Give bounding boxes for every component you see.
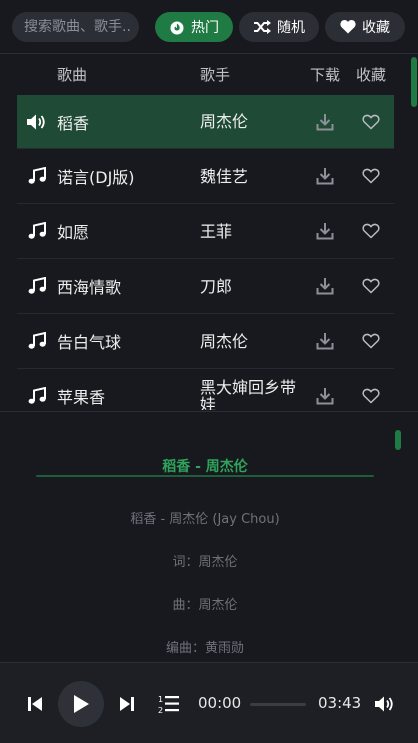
favorites-label: 收藏	[362, 19, 390, 36]
header-artist: 歌手	[200, 65, 231, 84]
song-title: 如愿	[57, 223, 90, 242]
song-row[interactable]: 西海情歌 刀郎	[17, 259, 394, 314]
play-icon	[74, 695, 89, 713]
favorites-button[interactable]: 收藏	[325, 11, 405, 42]
volume-button[interactable]	[374, 694, 396, 714]
search-input[interactable]	[24, 18, 131, 35]
svg-text:2: 2	[158, 706, 163, 714]
song-row[interactable]: 诺言(DJ版) 魏佳艺	[17, 149, 394, 204]
song-row[interactable]: 告白气球 周杰伦	[17, 314, 394, 369]
song-title: 苹果香	[57, 388, 106, 407]
play-button[interactable]	[58, 681, 104, 727]
song-artist[interactable]: 魏佳艺	[200, 168, 302, 185]
music-note-icon	[17, 222, 57, 240]
volume-icon	[375, 696, 393, 712]
random-label: 随机	[277, 19, 305, 36]
hot-label: 热门	[191, 19, 219, 36]
shuffle-icon	[254, 19, 271, 34]
search-box[interactable]	[12, 11, 139, 42]
song-title: 诺言(DJ版)	[57, 168, 135, 187]
heart-outline-icon[interactable]	[348, 333, 394, 349]
download-icon[interactable]	[302, 167, 348, 185]
header-download: 下载	[309, 65, 340, 84]
top-bar: 热门 随机 收藏	[0, 0, 418, 54]
lyric-line: 稻香 - 周杰伦 (Jay Chou)	[130, 512, 280, 527]
previous-icon	[28, 697, 42, 711]
song-artist[interactable]: 黑大婶回乡带娃	[200, 379, 302, 410]
svg-text:1: 1	[158, 695, 163, 704]
header-favorite: 收藏	[355, 65, 386, 84]
next-button[interactable]	[116, 693, 138, 715]
flame-icon	[170, 21, 184, 34]
lyrics-scrollbar-thumb[interactable]	[395, 430, 401, 450]
song-list-scrollbar-thumb[interactable]	[411, 57, 417, 107]
song-artist[interactable]: 王菲	[200, 223, 302, 240]
random-button[interactable]: 随机	[239, 11, 319, 42]
heart-outline-icon[interactable]	[348, 168, 394, 184]
heart-outline-icon[interactable]	[348, 114, 394, 130]
download-icon[interactable]	[302, 277, 348, 295]
song-list[interactable]: 稻香 周杰伦 诺言(DJ版) 魏佳艺 如愿 王菲 西海情歌 刀郎 告白气球 周杰…	[17, 95, 394, 410]
song-artist[interactable]: 周杰伦	[200, 113, 302, 130]
download-icon[interactable]	[302, 222, 348, 240]
lyric-line: 编曲：黄雨勋	[165, 641, 244, 656]
song-row[interactable]: 如愿 王菲	[17, 204, 394, 259]
song-artist[interactable]: 周杰伦	[200, 333, 302, 350]
header-song: 歌曲	[57, 65, 88, 84]
lyrics-title: 稻香 - 周杰伦	[162, 459, 248, 475]
download-icon[interactable]	[302, 387, 348, 405]
download-icon[interactable]	[302, 113, 348, 131]
next-icon	[120, 697, 134, 711]
song-artist[interactable]: 刀郎	[200, 278, 302, 295]
lyrics-title-underline	[36, 475, 374, 477]
heart-outline-icon[interactable]	[348, 223, 394, 239]
player-bar: 1 2 00:00 03:43	[0, 662, 418, 743]
lyrics-panel[interactable]: 稻香 - 周杰伦 稻香 - 周杰伦 (Jay Chou) 词：周杰伦 曲：周杰伦…	[0, 412, 418, 662]
song-title: 告白气球	[57, 333, 122, 352]
playlist-icon: 1 2	[158, 695, 179, 714]
hot-button[interactable]: 热门	[155, 11, 233, 42]
speaker-icon	[17, 113, 57, 131]
playlist-button[interactable]: 1 2	[156, 693, 182, 715]
song-list-scrollbar[interactable]	[411, 54, 417, 412]
music-note-icon	[17, 387, 57, 405]
heart-filled-icon	[340, 20, 356, 34]
lyric-line: 曲：周杰伦	[172, 598, 238, 613]
song-row[interactable]: 苹果香 黑大婶回乡带娃	[17, 369, 394, 410]
previous-button[interactable]	[24, 693, 46, 715]
music-note-icon	[17, 332, 57, 350]
heart-outline-icon[interactable]	[348, 278, 394, 294]
duration: 03:43	[318, 694, 362, 712]
current-time: 00:00	[198, 694, 242, 712]
music-note-icon	[17, 167, 57, 185]
song-table-header: 歌曲 歌手 下载 收藏	[17, 54, 394, 94]
download-icon[interactable]	[302, 332, 348, 350]
song-title: 西海情歌	[57, 278, 122, 297]
heart-outline-icon[interactable]	[348, 388, 394, 404]
song-title: 稻香	[57, 113, 90, 133]
lyric-line: 词：周杰伦	[172, 555, 238, 570]
music-note-icon	[17, 277, 57, 295]
progress-bar[interactable]	[250, 703, 306, 706]
song-row-playing[interactable]: 稻香 周杰伦	[17, 95, 394, 149]
